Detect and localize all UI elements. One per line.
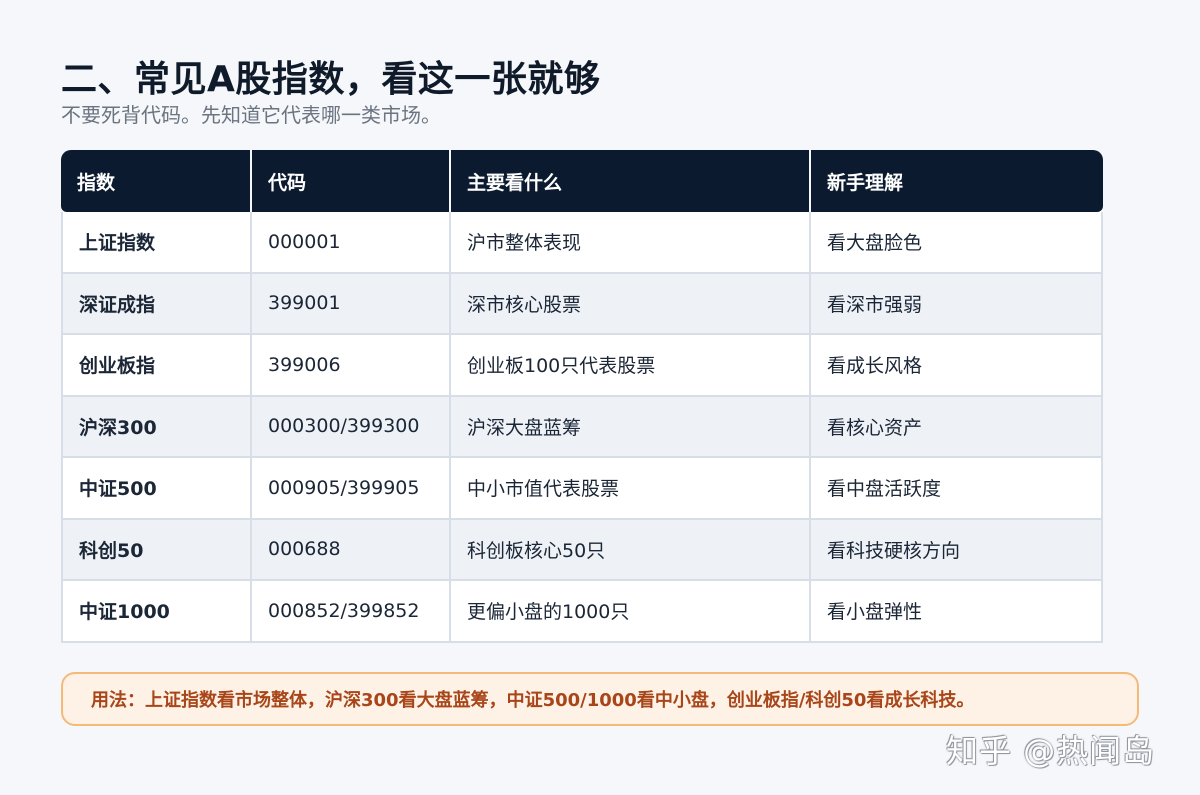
column-header-meaning: 新手理解 [811,150,1103,212]
index-focus-cell: 沪深大盘蓝筹 [451,396,811,458]
index-meaning-cell: 看小盘弹性 [811,581,1103,643]
index-name-cell: 中证500 [61,458,252,520]
index-code-cell: 399001 [252,273,451,335]
index-code-cell: 000688 [252,519,451,581]
index-name-cell: 科创50 [61,519,252,581]
page-subtitle: 不要死背代码。先知道它代表哪一类市场。 [61,103,441,127]
column-header-focus: 主要看什么 [451,150,811,212]
page: 二、常见A股指数，看这一张就够 不要死背代码。先知道它代表哪一类市场。 指数 代… [0,0,1200,795]
index-name-cell: 深证成指 [61,273,252,335]
index-code-cell: 399006 [252,335,451,397]
table-row: 沪深300 000300/399300 沪深大盘蓝筹 看核心资产 [61,396,1103,458]
column-header-index: 指数 [61,150,252,212]
index-code-cell: 000905/399905 [252,458,451,520]
table-row: 深证成指 399001 深市核心股票 看深市强弱 [61,273,1103,335]
index-meaning-cell: 看科技硬核方向 [811,519,1103,581]
table-row: 上证指数 000001 沪市整体表现 看大盘脸色 [61,212,1103,274]
index-code-cell: 000300/399300 [252,396,451,458]
index-table: 指数 代码 主要看什么 新手理解 上证指数 000001 沪市整体表现 看大盘脸… [61,150,1103,643]
index-code-cell: 000001 [252,212,451,274]
table-row: 中证1000 000852/399852 更偏小盘的1000只 看小盘弹性 [61,581,1103,643]
index-focus-cell: 深市核心股票 [451,273,811,335]
index-focus-cell: 更偏小盘的1000只 [451,581,811,643]
table-header-row: 指数 代码 主要看什么 新手理解 [61,150,1103,212]
index-meaning-cell: 看成长风格 [811,335,1103,397]
usage-note: 用法：上证指数看市场整体，沪深300看大盘蓝筹，中证500/1000看中小盘，创… [61,672,1139,726]
index-focus-cell: 沪市整体表现 [451,212,811,274]
column-header-code: 代码 [252,150,451,212]
index-meaning-cell: 看大盘脸色 [811,212,1103,274]
index-meaning-cell: 看核心资产 [811,396,1103,458]
zhihu-watermark: 知乎 @热闻岛 [946,732,1156,770]
index-meaning-cell: 看深市强弱 [811,273,1103,335]
index-name-cell: 中证1000 [61,581,252,643]
table-row: 中证500 000905/399905 中小市值代表股票 看中盘活跃度 [61,458,1103,520]
index-code-cell: 000852/399852 [252,581,451,643]
index-name-cell: 上证指数 [61,212,252,274]
index-focus-cell: 中小市值代表股票 [451,458,811,520]
table-row: 科创50 000688 科创板核心50只 看科技硬核方向 [61,519,1103,581]
page-title: 二、常见A股指数，看这一张就够 [61,59,601,100]
index-focus-cell: 科创板核心50只 [451,519,811,581]
index-meaning-cell: 看中盘活跃度 [811,458,1103,520]
index-name-cell: 沪深300 [61,396,252,458]
index-focus-cell: 创业板100只代表股票 [451,335,811,397]
table-row: 创业板指 399006 创业板100只代表股票 看成长风格 [61,335,1103,397]
index-name-cell: 创业板指 [61,335,252,397]
